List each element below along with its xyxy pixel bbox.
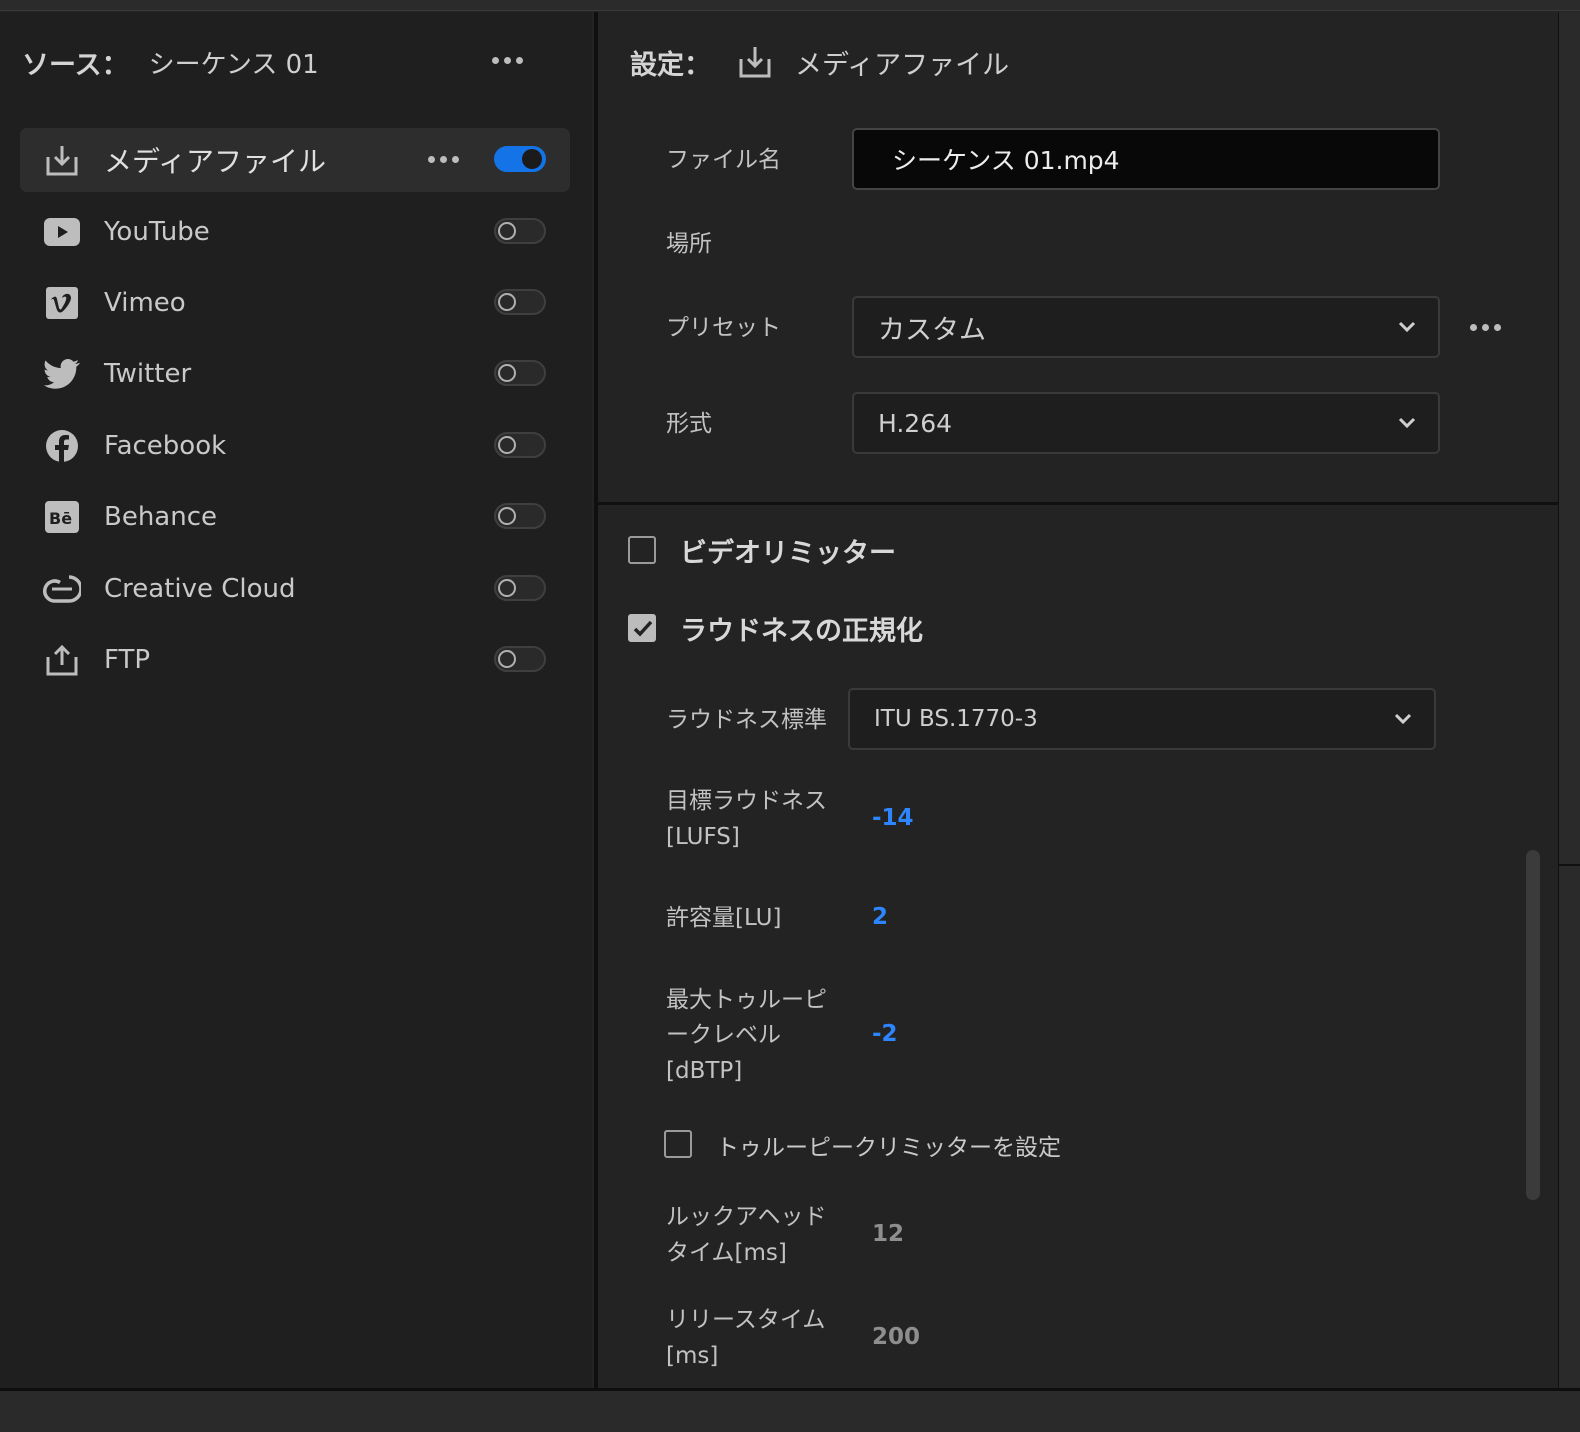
loudness-standard-label: ラウドネス標準 bbox=[666, 707, 827, 733]
destination-vimeo[interactable]: Vimeo bbox=[20, 271, 570, 335]
destination-label: FTP bbox=[104, 645, 151, 675]
section-divider bbox=[598, 502, 1558, 505]
vimeo-icon bbox=[42, 283, 82, 323]
destination-toggle[interactable] bbox=[494, 289, 546, 315]
tolerance-label: 許容量[LU] bbox=[666, 905, 782, 931]
filename-input[interactable]: シーケンス 01.mp4 bbox=[852, 128, 1440, 190]
release-time-value: 200 bbox=[872, 1324, 921, 1350]
download-tray-icon bbox=[739, 47, 771, 78]
max-true-peak-unit: [dBTP] bbox=[666, 1058, 743, 1084]
destination-toggle[interactable] bbox=[494, 646, 546, 672]
destination-label: Vimeo bbox=[104, 288, 186, 318]
source-label: ソース： bbox=[22, 49, 129, 81]
target-loudness-label: 目標ラウドネス bbox=[666, 788, 827, 814]
behance-icon: Bē bbox=[42, 497, 82, 537]
source-sequence-name: シーケンス 01 bbox=[148, 49, 319, 80]
destination-facebook[interactable]: Facebook bbox=[20, 414, 570, 478]
loudness-standard-select[interactable]: ITU BS.1770-3 bbox=[848, 688, 1436, 750]
destination-label: Creative Cloud bbox=[104, 574, 296, 604]
destination-toggle[interactable] bbox=[494, 146, 546, 172]
settings-header: 設定： メディアファイル bbox=[630, 42, 1009, 82]
facebook-icon bbox=[42, 426, 82, 466]
target-loudness-value[interactable]: -14 bbox=[872, 805, 914, 831]
source-panel: ソース： シーケンス 01 メディアファイル YouTube Vimeo Twi… bbox=[0, 12, 592, 1388]
true-peak-limiter-checkbox[interactable] bbox=[664, 1130, 692, 1158]
upload-tray-icon bbox=[42, 640, 82, 680]
destination-media-file[interactable]: メディアファイル bbox=[20, 128, 570, 192]
destination-label: Facebook bbox=[104, 431, 227, 461]
format-select[interactable]: H.264 bbox=[852, 392, 1440, 454]
target-loudness-unit: [LUFS] bbox=[666, 824, 740, 850]
svg-text:Bē: Bē bbox=[49, 509, 72, 528]
destination-more-icon[interactable] bbox=[428, 156, 459, 163]
max-true-peak-value[interactable]: -2 bbox=[872, 1021, 898, 1047]
destination-creative-cloud[interactable]: Creative Cloud bbox=[20, 557, 570, 621]
destination-ftp[interactable]: FTP bbox=[20, 628, 570, 692]
loudness-standard-value: ITU BS.1770-3 bbox=[874, 706, 1038, 732]
settings-target: メディアファイル bbox=[795, 49, 1010, 81]
source-more-icon[interactable] bbox=[492, 57, 523, 64]
chevron-down-icon bbox=[1394, 713, 1412, 725]
checkmark-icon bbox=[633, 620, 653, 637]
format-label: 形式 bbox=[666, 411, 712, 437]
destination-toggle[interactable] bbox=[494, 503, 546, 529]
filename-value: シーケンス 01.mp4 bbox=[892, 146, 1120, 175]
settings-scrollbar[interactable] bbox=[1526, 850, 1540, 1200]
destination-label: Behance bbox=[104, 502, 218, 532]
destination-toggle[interactable] bbox=[494, 575, 546, 601]
location-label: 場所 bbox=[666, 231, 712, 257]
destination-label: Twitter bbox=[104, 359, 192, 389]
release-time-label-line2: [ms] bbox=[666, 1343, 719, 1369]
loudness-normalization-label: ラウドネスの正規化 bbox=[680, 616, 923, 647]
chevron-down-icon bbox=[1398, 417, 1416, 429]
destination-label: YouTube bbox=[104, 217, 210, 247]
twitter-icon bbox=[42, 354, 82, 394]
top-bar bbox=[0, 0, 1580, 11]
max-true-peak-label-line1: 最大トゥルーピ bbox=[666, 987, 827, 1013]
release-time-label-line1: リリースタイム bbox=[666, 1307, 826, 1333]
youtube-icon bbox=[42, 212, 82, 252]
max-true-peak-label-line2: ークレベル bbox=[666, 1022, 781, 1048]
filename-label: ファイル名 bbox=[666, 147, 781, 173]
destination-youtube[interactable]: YouTube bbox=[20, 200, 570, 264]
lookahead-value: 12 bbox=[872, 1221, 905, 1247]
lookahead-label-line1: ルックアヘッド bbox=[666, 1204, 827, 1230]
chevron-down-icon bbox=[1398, 321, 1416, 333]
right-edge-panel bbox=[1558, 12, 1580, 1388]
video-limiter-label: ビデオリミッター bbox=[680, 538, 896, 569]
loudness-normalization-checkbox[interactable] bbox=[628, 614, 656, 642]
preset-select[interactable]: カスタム bbox=[852, 296, 1440, 358]
true-peak-limiter-label: トゥルーピークリミッターを設定 bbox=[716, 1135, 1061, 1161]
preset-more-icon[interactable] bbox=[1470, 324, 1501, 331]
settings-label: 設定： bbox=[630, 49, 711, 81]
preset-value: カスタム bbox=[878, 314, 986, 346]
video-limiter-checkbox[interactable] bbox=[628, 536, 656, 564]
destination-toggle[interactable] bbox=[494, 432, 546, 458]
destination-toggle[interactable] bbox=[494, 218, 546, 244]
tolerance-value[interactable]: 2 bbox=[872, 904, 888, 930]
destination-label: メディアファイル bbox=[104, 145, 327, 178]
settings-panel: 設定： メディアファイル ファイル名 シーケンス 01.mp4 場所 プリセット… bbox=[598, 12, 1558, 1388]
lookahead-label-line2: タイム[ms] bbox=[666, 1240, 787, 1266]
source-header: ソース： シーケンス 01 bbox=[22, 42, 542, 82]
destination-twitter[interactable]: Twitter bbox=[20, 342, 570, 406]
destination-behance[interactable]: Bē Behance bbox=[20, 485, 570, 549]
destination-toggle[interactable] bbox=[494, 360, 546, 386]
download-tray-icon bbox=[42, 140, 82, 180]
format-value: H.264 bbox=[878, 408, 953, 438]
creative-cloud-icon bbox=[42, 569, 82, 609]
preset-label: プリセット bbox=[666, 315, 781, 341]
bottom-bar bbox=[0, 1388, 1580, 1432]
